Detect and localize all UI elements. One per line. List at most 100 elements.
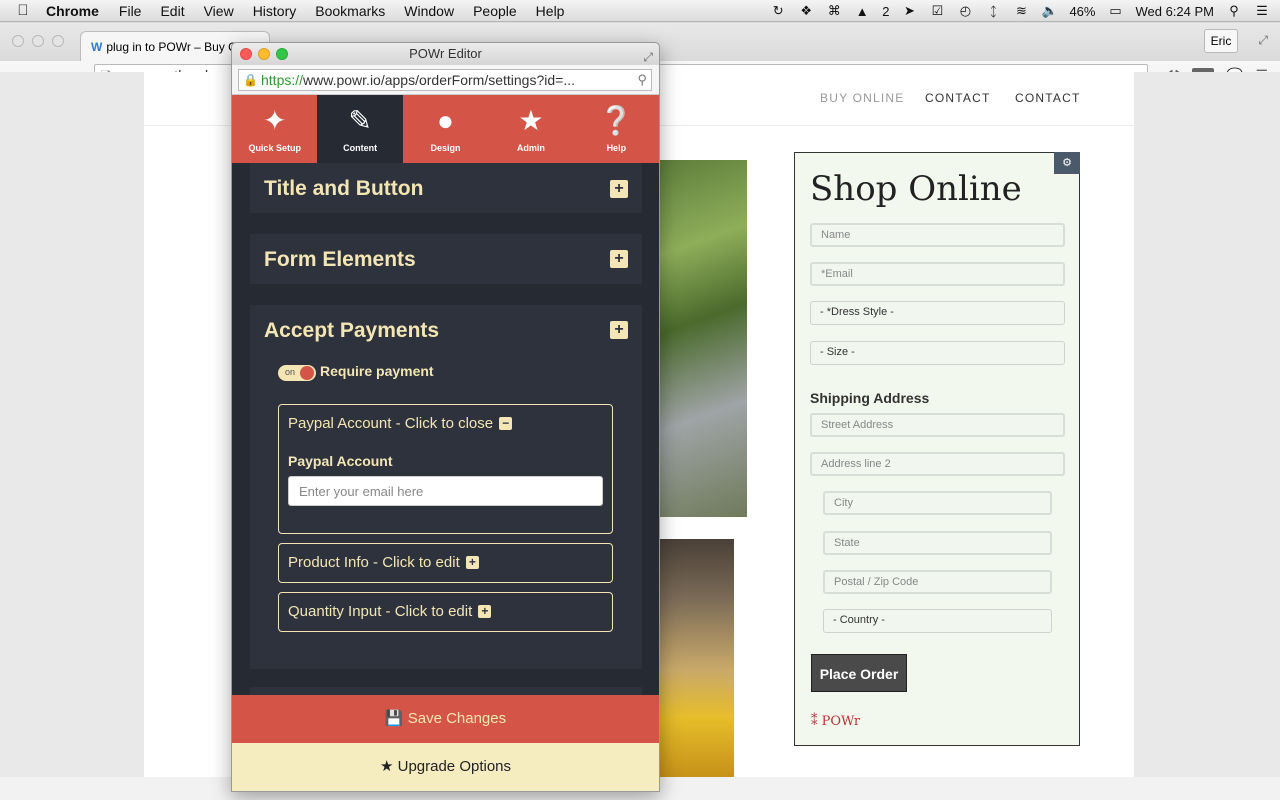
menu-edit[interactable]: Edit <box>160 3 184 19</box>
editor-url-bar: 🔒 https://www.powr.io/apps/orderForm/set… <box>232 65 659 95</box>
quantity-input-header: Quantity Input - Click to edit + <box>288 603 492 620</box>
sync-icon[interactable]: ↻ <box>770 3 786 19</box>
fullscreen-icon[interactable]: ⤢ <box>1258 33 1268 48</box>
mac-menubar:  Chrome File Edit View History Bookmark… <box>0 0 1280 22</box>
bluetooth-icon[interactable]: ᛨ <box>985 4 1001 19</box>
menu-people[interactable]: People <box>473 3 517 19</box>
email-field[interactable]: *Email <box>810 262 1065 286</box>
menu-help[interactable]: Help <box>536 3 565 19</box>
section-title-and-button[interactable]: Title and Button + <box>250 163 642 213</box>
settings-gear-icon[interactable]: ⚙ <box>1054 152 1080 174</box>
nav-contact[interactable]: CONTACT <box>925 91 991 105</box>
tab-content[interactable]: ✎ Content <box>317 95 403 163</box>
country-select[interactable]: - Country - <box>823 609 1052 633</box>
place-order-button[interactable]: Place Order <box>811 654 907 692</box>
paypal-account-panel: Paypal Account - Click to close − Paypal… <box>278 404 613 534</box>
editor-minimize-button[interactable] <box>258 48 270 60</box>
battery-icon[interactable]: ▭ <box>1107 3 1123 19</box>
time-machine-icon[interactable]: ◴ <box>957 3 973 19</box>
nav-contact-2[interactable]: CONTACT <box>1015 91 1081 105</box>
require-payment-label: Require payment <box>320 363 434 379</box>
dropbox-icon[interactable]: ❖ <box>798 3 814 19</box>
paypal-account-header[interactable]: Paypal Account - Click to close − <box>288 415 513 432</box>
notification-center-icon[interactable]: ☰ <box>1254 3 1270 19</box>
street-address-field[interactable]: Street Address <box>810 413 1065 437</box>
section-title-and-button-label: Title and Button <box>264 177 424 200</box>
zip-code-field[interactable]: Postal / Zip Code <box>823 570 1052 594</box>
profile-button[interactable]: Eric <box>1204 29 1238 53</box>
star-icon: ★ <box>518 105 544 136</box>
tab-help[interactable]: ❔ Help <box>574 95 659 163</box>
spotlight-search-icon[interactable]: ⚲ <box>1226 3 1242 19</box>
tab-admin[interactable]: ★ Admin <box>488 95 573 163</box>
upgrade-options-button[interactable]: ★ Upgrade Options <box>232 743 659 791</box>
tab-help-label: Help <box>606 143 627 153</box>
editor-url-path: www.powr.io/apps/orderForm/settings?id=.… <box>303 72 575 88</box>
shipping-address-label: Shipping Address <box>810 390 930 406</box>
menubar-status-area: ↻ ❖ ⌘ ▲ 2 ➤ ☑ ◴ ᛨ ≋ 🔈 46% ▭ Wed 6:24 PM … <box>770 0 1270 22</box>
close-window-button[interactable] <box>12 35 24 47</box>
save-icon: 💾 <box>384 710 404 727</box>
address-line-2-field[interactable]: Address line 2 <box>810 452 1065 476</box>
name-field[interactable]: Name <box>810 223 1065 247</box>
tab-design-label: Design <box>430 143 461 153</box>
product-info-panel[interactable]: Product Info - Click to edit + <box>278 543 613 583</box>
editor-body: Title and Button + Form Elements + Accep… <box>232 163 659 695</box>
editor-zoom-button[interactable] <box>276 48 288 60</box>
editor-url-https: https:// <box>261 72 304 88</box>
save-changes-button[interactable]: 💾 Save Changes <box>232 695 659 743</box>
volume-icon[interactable]: 🔈 <box>1041 3 1057 19</box>
apple-menu-icon[interactable]:  <box>0 2 46 19</box>
paypal-account-header-text: Paypal Account - Click to close <box>288 415 494 432</box>
menu-view[interactable]: View <box>204 3 234 19</box>
adobe-icon[interactable]: ▲ <box>854 4 870 19</box>
toggle-knob <box>300 366 314 380</box>
menu-history[interactable]: History <box>253 3 297 19</box>
expand-plus-icon[interactable]: + <box>610 180 628 198</box>
menu-bookmarks[interactable]: Bookmarks <box>315 3 385 19</box>
next-section <box>250 687 642 695</box>
city-field[interactable]: City <box>823 491 1052 515</box>
require-payment-toggle[interactable]: on <box>278 365 316 381</box>
expand-plus-icon[interactable]: + <box>610 250 628 268</box>
menu-window[interactable]: Window <box>404 3 454 19</box>
send-icon[interactable]: ➤ <box>901 3 917 19</box>
drop-icon: ● <box>437 105 454 136</box>
quantity-input-panel[interactable]: Quantity Input - Click to edit + <box>278 592 613 632</box>
section-form-elements-label: Form Elements <box>264 248 416 271</box>
powr-logo[interactable]: ⁑ POWr <box>811 714 860 729</box>
flower-market-photo <box>656 539 734 777</box>
section-accept-payments-label[interactable]: Accept Payments <box>264 319 439 343</box>
paypal-email-input[interactable] <box>288 476 603 506</box>
magnifier-icon[interactable]: ⚲ <box>637 70 647 90</box>
collapse-minus-icon: − <box>499 417 513 430</box>
expand-plus-icon: + <box>478 605 492 618</box>
question-icon: ❔ <box>598 105 634 136</box>
dress-style-select[interactable]: - *Dress Style - <box>810 301 1065 325</box>
lock-icon: 🔒 <box>243 73 258 87</box>
weebly-favicon-icon: W <box>91 39 103 54</box>
magic-wand-icon: ✦ <box>262 105 287 136</box>
wifi-icon[interactable]: ≋ <box>1013 3 1029 19</box>
tab-quick-setup[interactable]: ✦ Quick Setup <box>232 95 317 163</box>
editor-titlebar: POWr Editor ⤢ <box>232 43 659 65</box>
editor-url-field[interactable]: 🔒 https://www.powr.io/apps/orderForm/set… <box>238 69 652 91</box>
check-icon[interactable]: ☑ <box>929 3 945 19</box>
size-select[interactable]: - Size - <box>810 341 1065 365</box>
nav-buy-online[interactable]: BUY ONLINE <box>820 91 904 105</box>
state-field[interactable]: State <box>823 531 1052 555</box>
quantity-input-header-text: Quantity Input - Click to edit <box>288 603 473 620</box>
section-form-elements[interactable]: Form Elements + <box>250 234 642 284</box>
command-icon[interactable]: ⌘ <box>826 3 842 19</box>
editor-close-button[interactable] <box>240 48 252 60</box>
garden-photo <box>656 160 747 517</box>
tab-design[interactable]: ● Design <box>403 95 488 163</box>
menu-file[interactable]: File <box>119 3 142 19</box>
tab-quick-setup-label: Quick Setup <box>248 143 301 153</box>
minimize-window-button[interactable] <box>32 35 44 47</box>
clock[interactable]: Wed 6:24 PM <box>1135 4 1214 19</box>
menu-chrome[interactable]: Chrome <box>46 3 99 19</box>
expand-plus-icon[interactable]: + <box>610 321 628 339</box>
upgrade-options-label: Upgrade Options <box>397 758 512 775</box>
zoom-window-button[interactable] <box>52 35 64 47</box>
